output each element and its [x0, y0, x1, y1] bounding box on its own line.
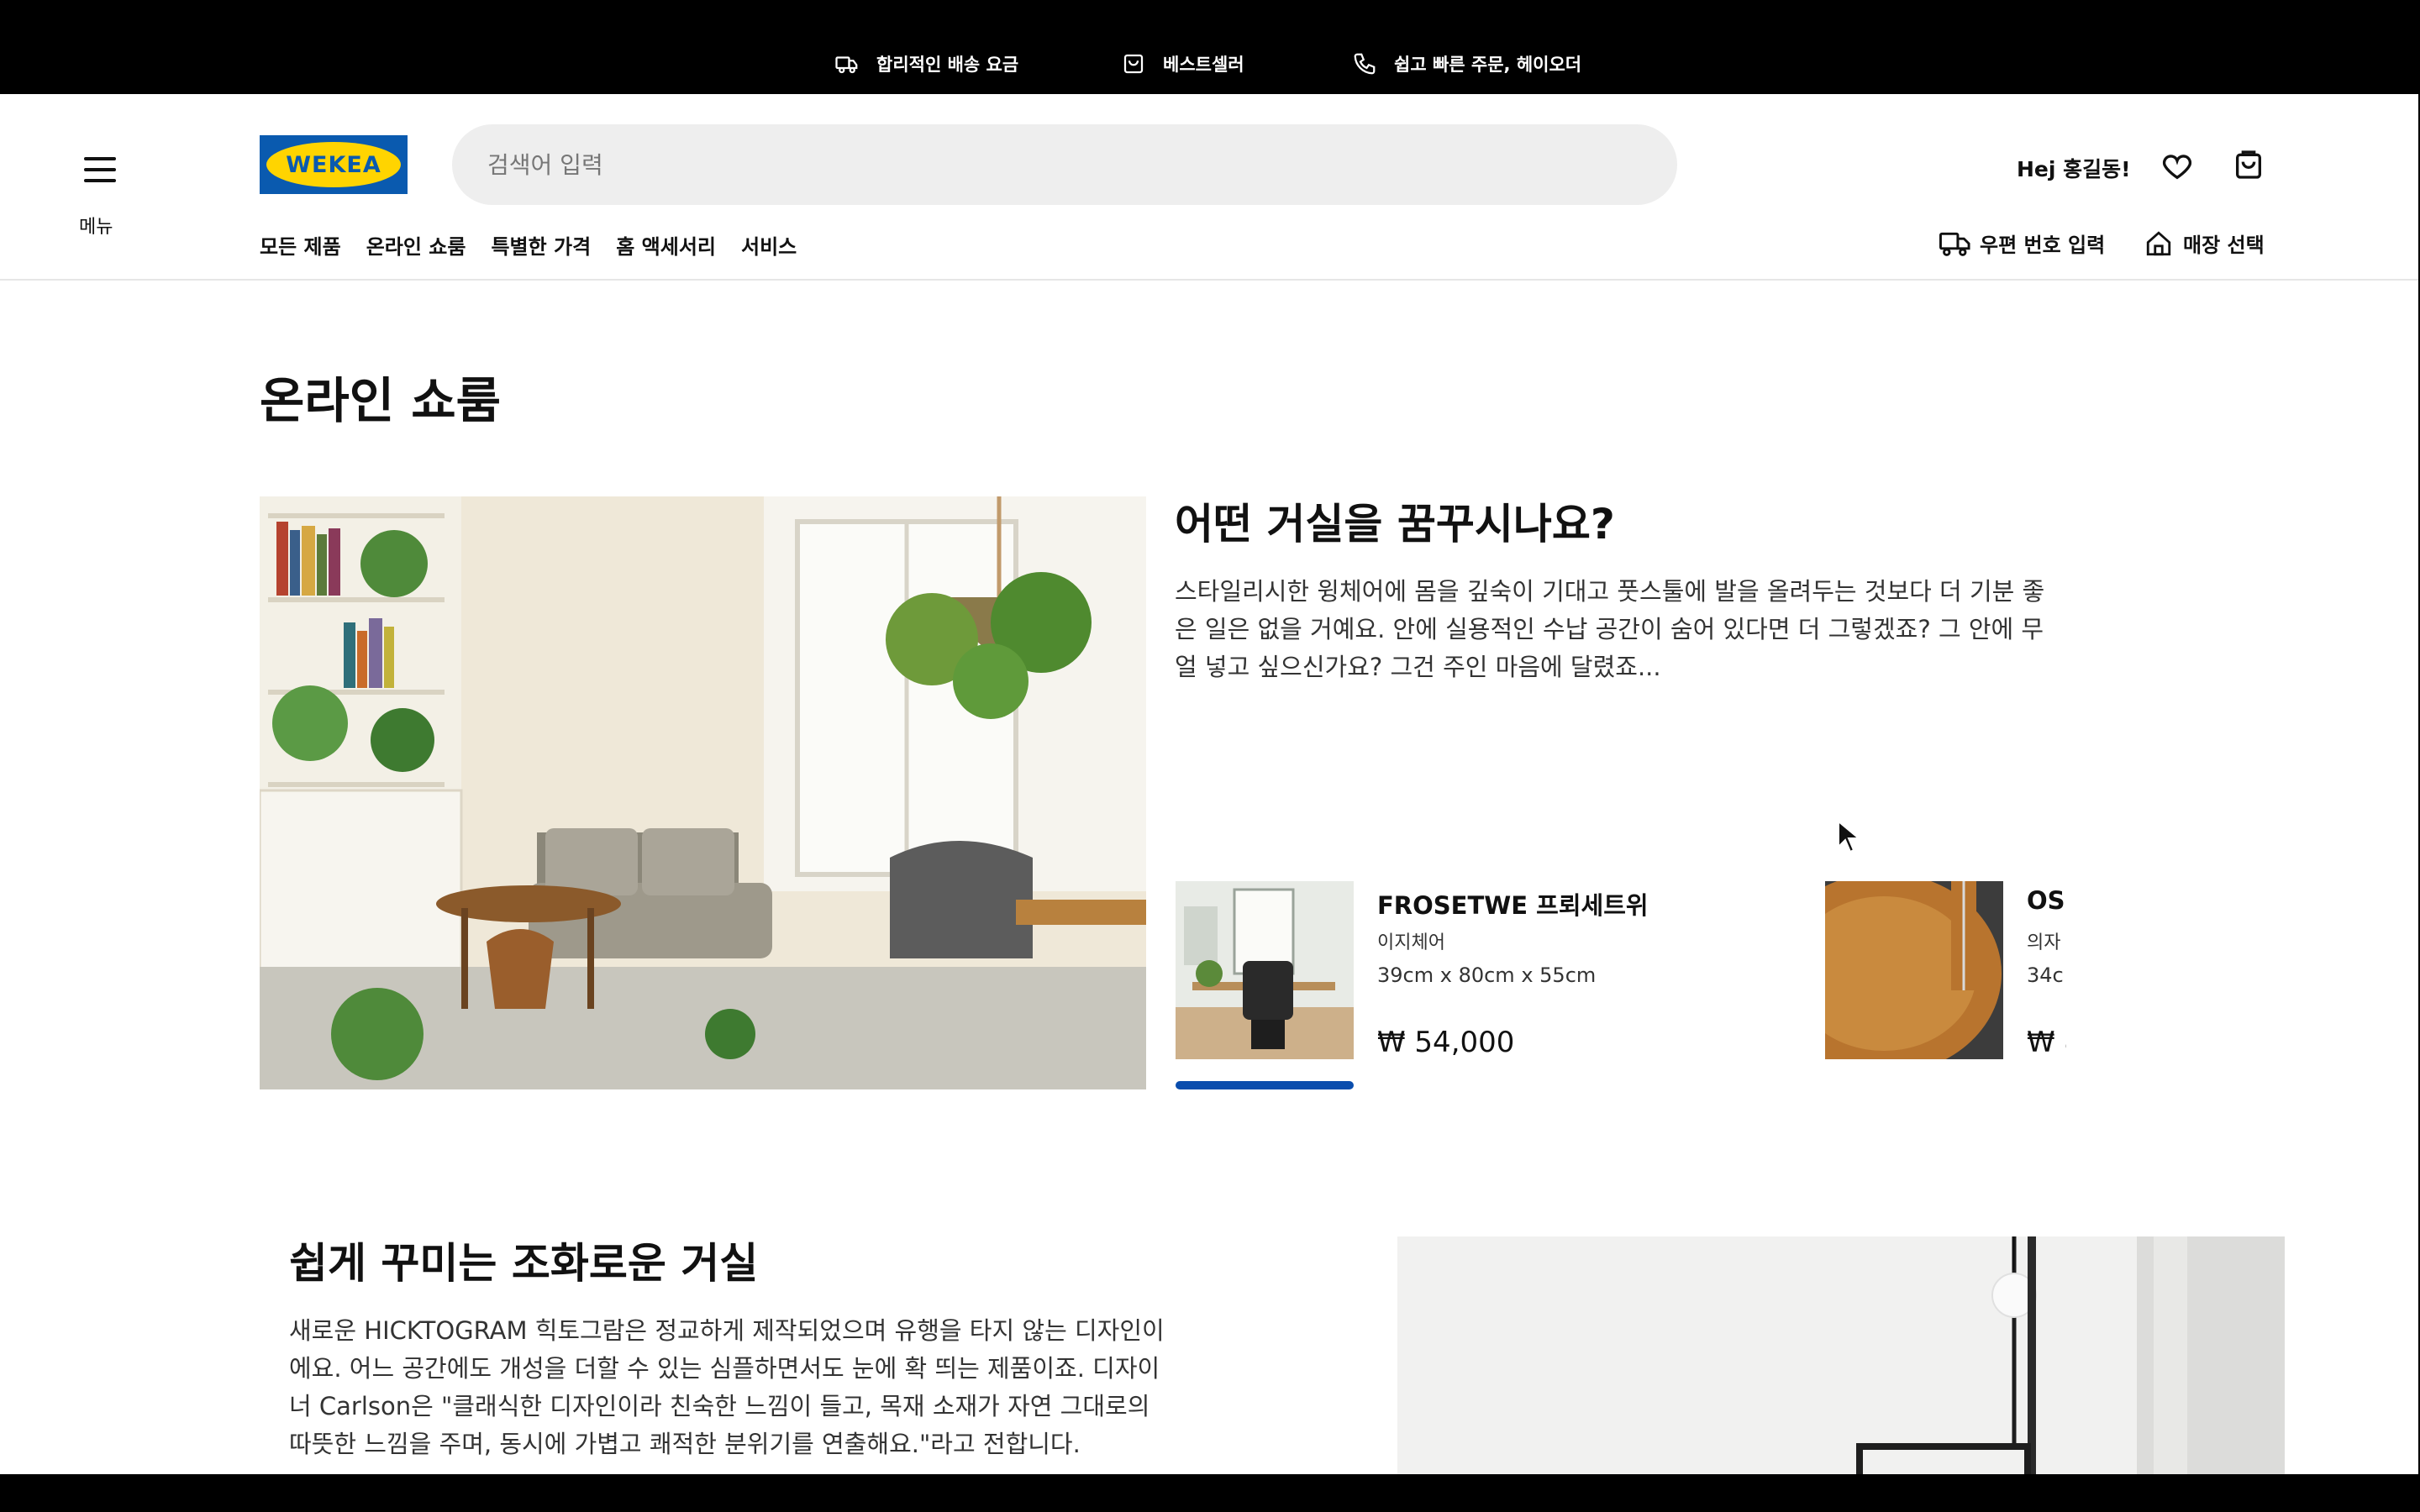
- carousel-scrollbar-thumb[interactable]: [1176, 1081, 1354, 1089]
- promo-item-hejorder[interactable]: 쉽고 빠른 주문, 헤이오더: [1352, 49, 1581, 79]
- product-size: 34c: [2027, 963, 2064, 987]
- product-thumbnail[interactable]: [1825, 881, 2003, 1059]
- section-description: 스타일리시한 윙체어에 몸을 깊숙이 기대고 풋스툴에 발을 올려두는 것보다 …: [1175, 577, 2045, 681]
- product-price: ₩ 8: [2027, 1026, 2066, 1059]
- promo-label: 합리적인 배송 요금: [876, 55, 1019, 75]
- menu-label[interactable]: 메뉴: [79, 212, 113, 239]
- nav-item-home-accessories[interactable]: 홈 액세서리: [616, 230, 716, 260]
- promo-item-shipping[interactable]: 합리적인 배송 요금: [834, 49, 1018, 79]
- truck-icon: [1939, 232, 1970, 256]
- cart-icon[interactable]: [2232, 148, 2265, 181]
- hamburger-line: [84, 168, 116, 171]
- product-card[interactable]: OS 의자 34c ₩ 8: [1825, 881, 2066, 1074]
- living-room-illustration: [260, 496, 1146, 1089]
- hicktogram-room-image[interactable]: [1397, 1236, 2285, 1474]
- product-type: 이지체어: [1377, 932, 1445, 953]
- header-divider: [0, 279, 2418, 281]
- office-image: [1176, 881, 1354, 1059]
- wood-chair-image: [1825, 881, 2003, 1059]
- postcode-button[interactable]: 우편 번호 입력: [1939, 228, 2105, 258]
- search-input[interactable]: [452, 124, 1677, 205]
- promo-label: 쉽고 빠른 주문, 헤이오더: [1394, 55, 1582, 75]
- menu-button[interactable]: [84, 157, 116, 182]
- living-room-image[interactable]: [260, 496, 1146, 1089]
- phone-icon: [1354, 53, 1376, 75]
- truck-icon: [835, 56, 858, 74]
- main-nav: 모든 제품 온라인 쇼룸 특별한 가격 홈 액세서리 서비스: [260, 230, 797, 260]
- heart-icon[interactable]: [2160, 150, 2194, 183]
- promo-item-bestseller[interactable]: 베스트셀러: [1121, 49, 1244, 79]
- hamburger-icon: [84, 157, 116, 160]
- store-label: 매장 선택: [2183, 234, 2265, 257]
- section-title: 쉽게 꾸미는 조화로운 거실: [289, 1239, 759, 1288]
- logo-text: WEKEA: [286, 151, 381, 178]
- product-name[interactable]: OS: [2027, 886, 2065, 915]
- store-icon: [2146, 230, 2171, 255]
- nav-item-online-showroom[interactable]: 온라인 쇼룸: [366, 230, 466, 260]
- bag-icon: [1123, 54, 1144, 74]
- logo-ellipse: WEKEA: [266, 142, 401, 187]
- mouse-cursor-icon: [1838, 820, 1860, 853]
- section-title: 어떤 거실을 꿈꾸시나요?: [1175, 500, 1615, 549]
- postcode-label: 우편 번호 입력: [1980, 234, 2106, 257]
- product-size: 39cm x 80cm x 55cm: [1377, 963, 1597, 987]
- section-description: 새로운 HICKTOGRAM 힉토그람은 정교하게 제작되었으며 유행을 타지 …: [289, 1316, 1165, 1458]
- product-type: 의자: [2027, 932, 2061, 953]
- product-price: ₩ 54,000: [1377, 1026, 1515, 1059]
- product-name[interactable]: FROSETWE 프뢰세트위: [1377, 886, 1649, 921]
- product-card[interactable]: FROSETWE 프뢰세트위 이지체어 39cm x 80cm x 55cm ₩…: [1176, 881, 1764, 1066]
- bottom-bar: [0, 1474, 2420, 1512]
- hamburger-line: [84, 179, 116, 182]
- product-thumbnail[interactable]: [1176, 881, 1354, 1059]
- nav-item-special-price[interactable]: 특별한 가격: [491, 230, 591, 260]
- page: 메뉴 WEKEA Hej 홍길동! 모든 제품 온라인 쇼룸 특별한 가격 홈 …: [0, 94, 2418, 1474]
- nav-item-all-products[interactable]: 모든 제품: [260, 230, 341, 260]
- promo-label: 베스트셀러: [1163, 55, 1244, 75]
- logo[interactable]: WEKEA: [260, 135, 408, 194]
- carousel-scrollbar[interactable]: [1176, 1081, 2066, 1089]
- room-illustration: [1397, 1236, 2285, 1474]
- store-select-button[interactable]: 매장 선택: [2143, 228, 2265, 258]
- user-greeting[interactable]: Hej 홍길동!: [2017, 153, 2131, 183]
- page-title: 온라인 쇼룸: [260, 372, 501, 429]
- nav-item-services[interactable]: 서비스: [741, 230, 797, 260]
- promo-bar: 합리적인 배송 요금 베스트셀러 쉽고 빠른 주문, 헤이오더: [0, 0, 2420, 94]
